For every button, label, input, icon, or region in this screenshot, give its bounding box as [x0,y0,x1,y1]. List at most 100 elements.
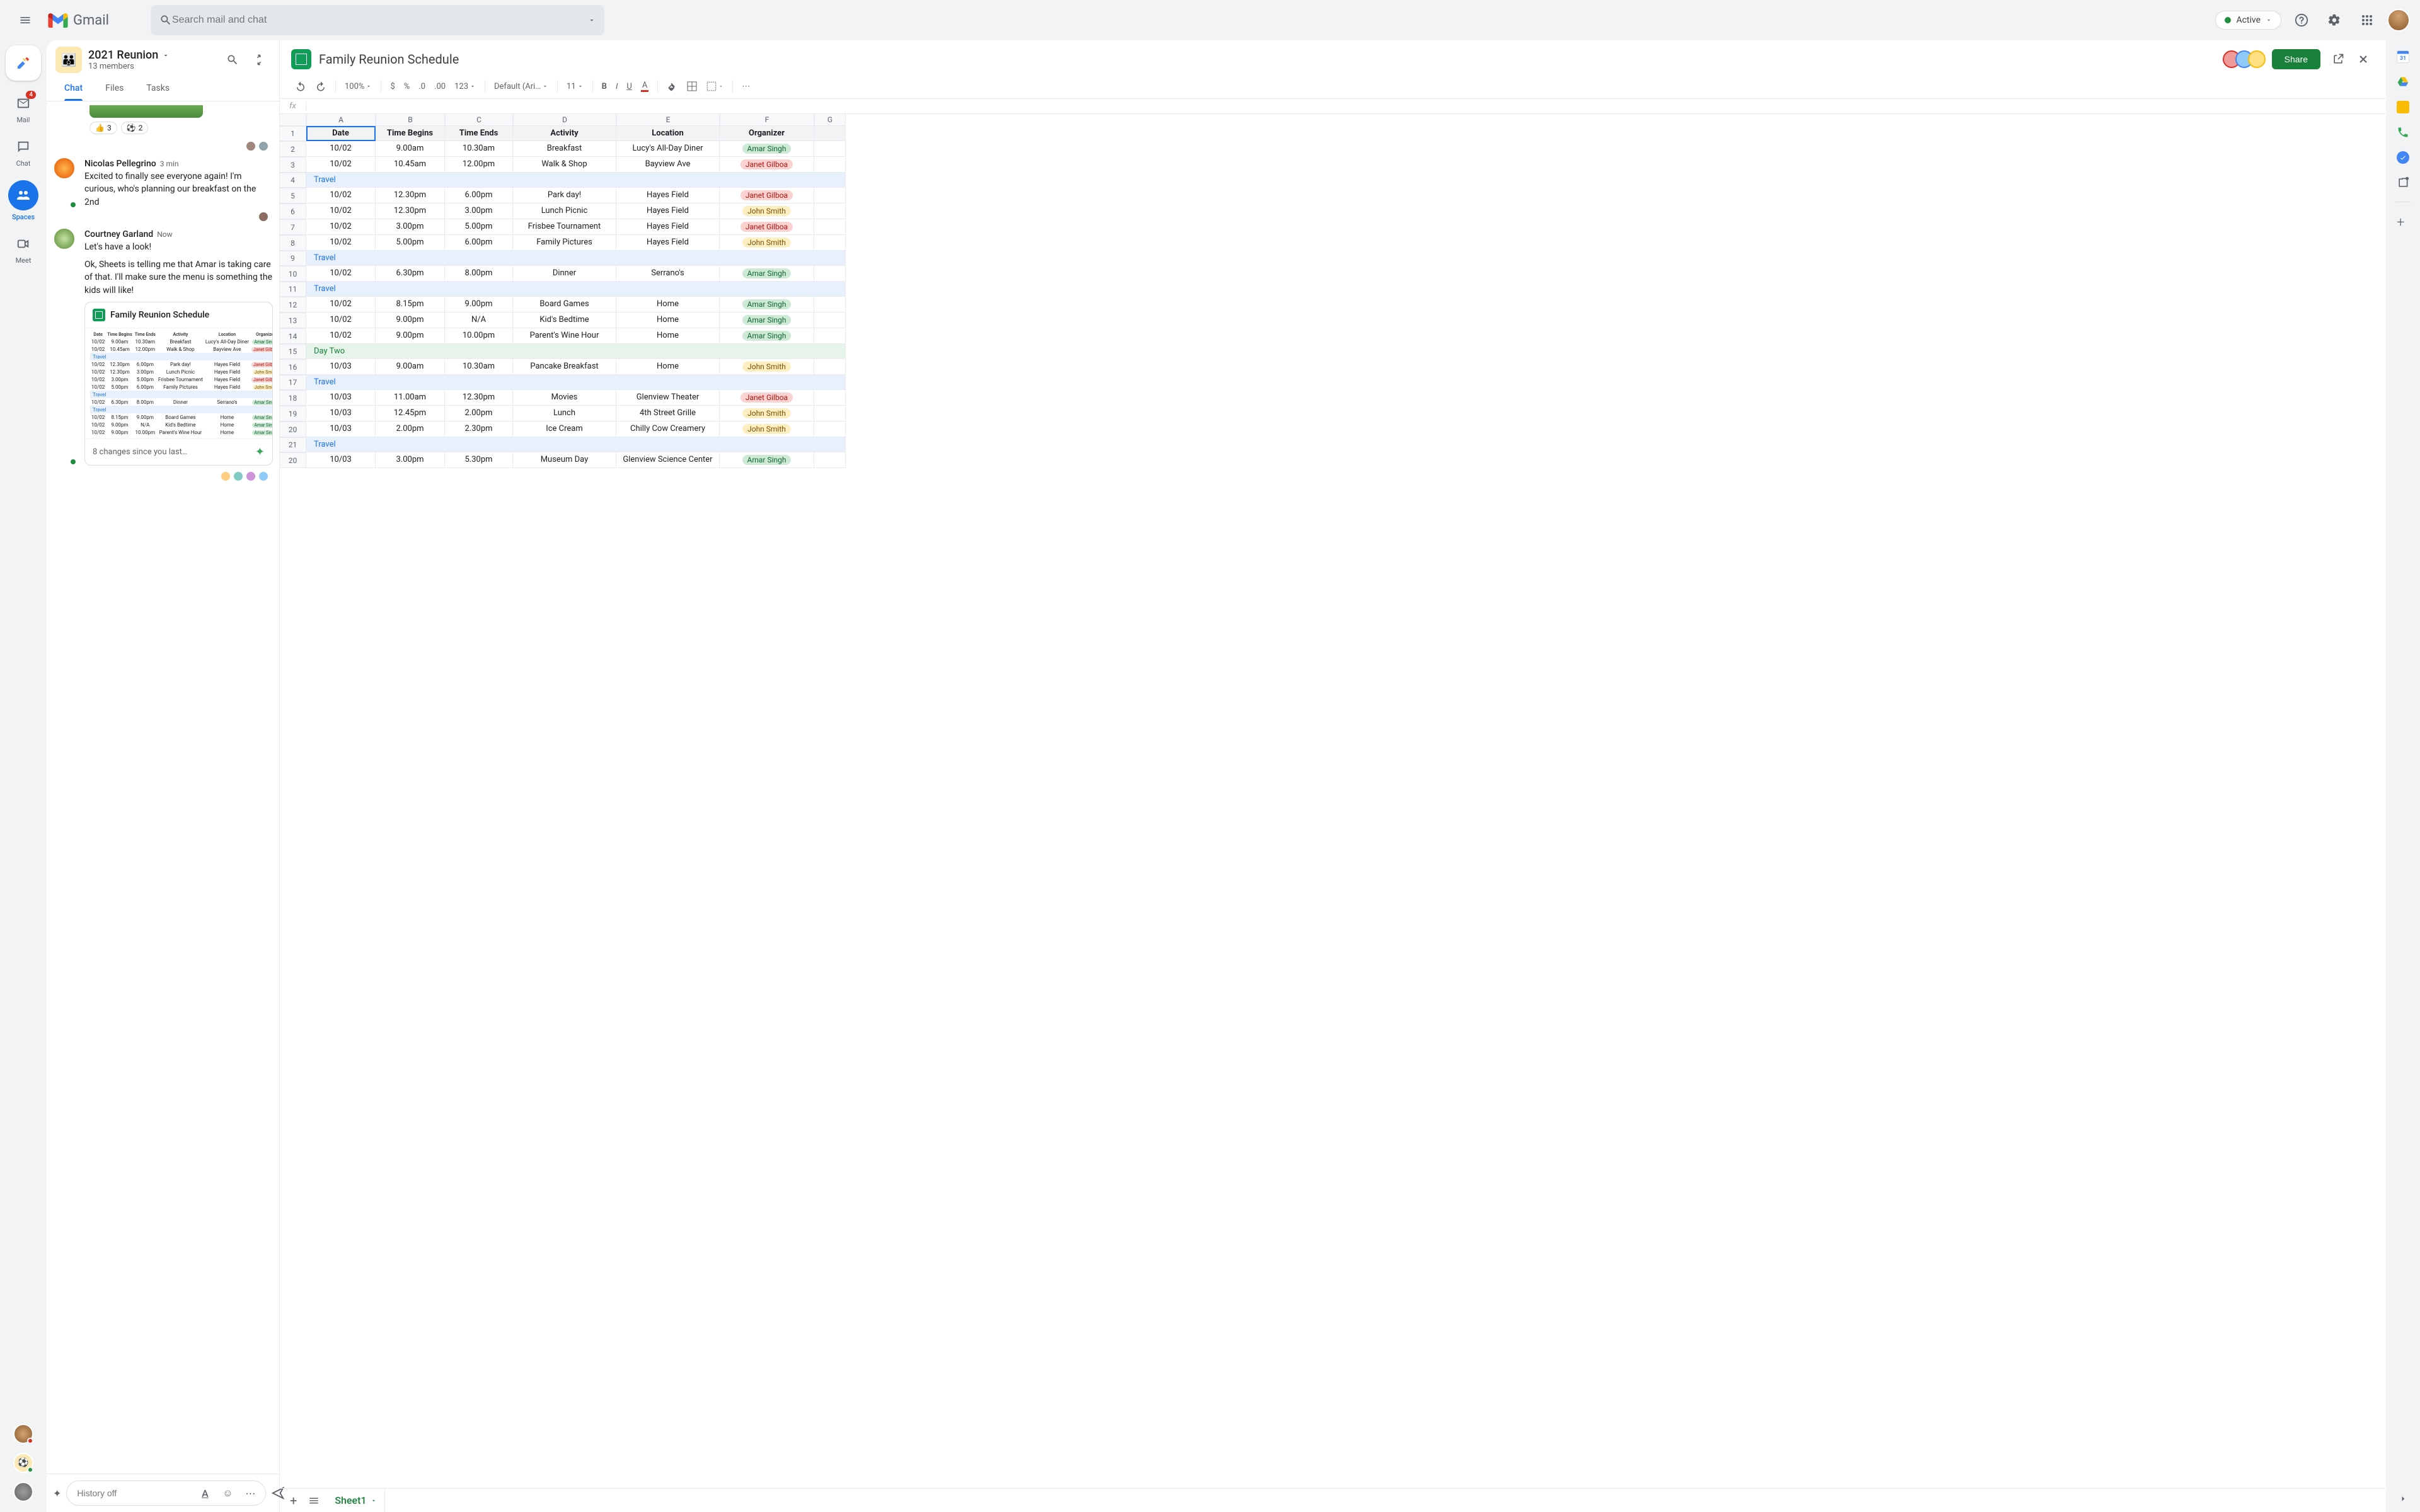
cell[interactable]: 2.30pm [445,421,513,437]
cell[interactable]: John Smith [720,421,814,437]
cell[interactable] [814,188,846,203]
collapse-button[interactable] [248,49,270,71]
row-head[interactable]: 17 [280,375,306,390]
cell[interactable]: 10/02 [306,157,376,173]
cell[interactable] [814,266,846,282]
decimal-dec-button[interactable]: .0 [415,79,429,94]
help-button[interactable] [2289,8,2314,33]
col-head[interactable]: C [445,114,513,126]
emoji-icon[interactable]: ☺ [219,1487,236,1499]
cell[interactable]: 9.00pm [376,312,445,328]
cell[interactable]: 10/02 [306,203,376,219]
compose-button[interactable] [6,45,41,81]
cell[interactable]: Museum Day [513,452,616,468]
collapse-panel-button[interactable] [2397,1493,2409,1504]
cell[interactable]: Lucy's All-Day Diner [616,141,720,157]
cell[interactable]: 9.00pm [445,297,513,312]
settings-button[interactable] [2322,8,2347,33]
col-head[interactable]: F [720,114,814,126]
cell[interactable]: Hayes Field [616,235,720,251]
reaction-thumbsup[interactable]: 👍3 [89,122,117,134]
cell[interactable]: Dinner [513,266,616,282]
merge-button[interactable] [702,78,727,94]
currency-button[interactable]: $ [386,79,398,94]
section-cell[interactable]: Travel [306,251,846,266]
cell[interactable]: 10/02 [306,141,376,157]
cell[interactable]: Janet Gilboa [720,188,814,203]
rail-avatar-2[interactable]: ⚽ [13,1453,33,1473]
close-button[interactable] [2352,48,2375,71]
col-head[interactable]: B [376,114,445,126]
cell[interactable]: Hayes Field [616,203,720,219]
cell[interactable]: Home [616,359,720,375]
add-sheet-button[interactable]: + [286,1491,301,1511]
cell[interactable]: Parent's Wine Hour [513,328,616,344]
redo-button[interactable] [311,78,330,94]
cell[interactable] [814,203,846,219]
cell[interactable]: Park day! [513,188,616,203]
cell[interactable]: 10.30am [445,141,513,157]
row-head[interactable]: 1 [280,126,306,141]
cell[interactable]: Janet Gilboa [720,219,814,235]
main-menu-button[interactable] [10,5,40,35]
sheet-preview-card[interactable]: Family Reunion Schedule DateTime BeginsT… [84,302,273,466]
space-avatar[interactable]: 👪 [55,47,82,73]
search-bar[interactable] [151,5,604,35]
all-sheets-button[interactable] [304,1492,323,1509]
nav-meet[interactable]: Meet [3,230,43,271]
cell[interactable]: Home [616,328,720,344]
cell[interactable] [814,141,846,157]
cell[interactable]: 12.00pm [445,157,513,173]
cell[interactable]: 9.00am [376,141,445,157]
cell[interactable]: Walk & Shop [513,157,616,173]
cell[interactable]: 10/03 [306,452,376,468]
cell[interactable] [814,312,846,328]
cell[interactable]: Frisbee Tournament [513,219,616,235]
cell[interactable]: 10/02 [306,219,376,235]
section-cell[interactable]: Day Two [306,344,846,359]
row-head[interactable]: 13 [280,312,306,328]
chat-search-button[interactable] [221,49,244,71]
calendar-icon[interactable] [2397,50,2409,63]
gmail-logo[interactable]: Gmail [48,13,109,28]
account-avatar[interactable] [2387,9,2410,32]
row-head[interactable]: 6 [280,203,306,219]
bold-button[interactable]: B [598,79,611,94]
row-head[interactable]: 8 [280,235,306,251]
cell[interactable]: John Smith [720,203,814,219]
more-icon[interactable]: ⋯ [241,1487,259,1499]
cell[interactable] [814,297,846,312]
cell[interactable]: N/A [445,312,513,328]
cell[interactable]: Lunch Picnic [513,203,616,219]
row-head[interactable]: 4 [280,173,306,188]
cell[interactable]: Pancake Breakfast [513,359,616,375]
cell[interactable]: 3.00pm [445,203,513,219]
cell[interactable]: 9.00pm [376,328,445,344]
status-pill[interactable]: Active [2215,11,2281,30]
cell[interactable]: 6.30pm [376,266,445,282]
row-head[interactable]: 20 [280,452,306,468]
chat-input[interactable]: A ☺ ⋯ [66,1480,266,1506]
row-head[interactable]: 18 [280,390,306,406]
cell[interactable]: 10/02 [306,266,376,282]
apps-button[interactable] [2354,8,2380,33]
decimal-inc-button[interactable]: .00 [430,79,449,94]
col-head[interactable]: A [306,114,376,126]
cell[interactable]: 6.00pm [445,188,513,203]
cell[interactable]: 5.00pm [445,219,513,235]
cell[interactable]: Amar Singh [720,297,814,312]
cell[interactable] [814,157,846,173]
cell[interactable]: John Smith [720,359,814,375]
rail-avatar-3[interactable] [13,1482,33,1502]
cell[interactable]: Hayes Field [616,219,720,235]
row-head[interactable]: 15 [280,344,306,359]
row-head[interactable]: 2 [280,141,306,157]
row-head[interactable]: 10 [280,266,306,282]
cell[interactable]: Home [616,312,720,328]
cell[interactable]: 8.15pm [376,297,445,312]
cell[interactable] [814,328,846,344]
col-head[interactable]: E [616,114,720,126]
section-cell[interactable]: Travel [306,173,846,188]
open-new-button[interactable] [2327,48,2349,71]
cell[interactable]: Family Pictures [513,235,616,251]
